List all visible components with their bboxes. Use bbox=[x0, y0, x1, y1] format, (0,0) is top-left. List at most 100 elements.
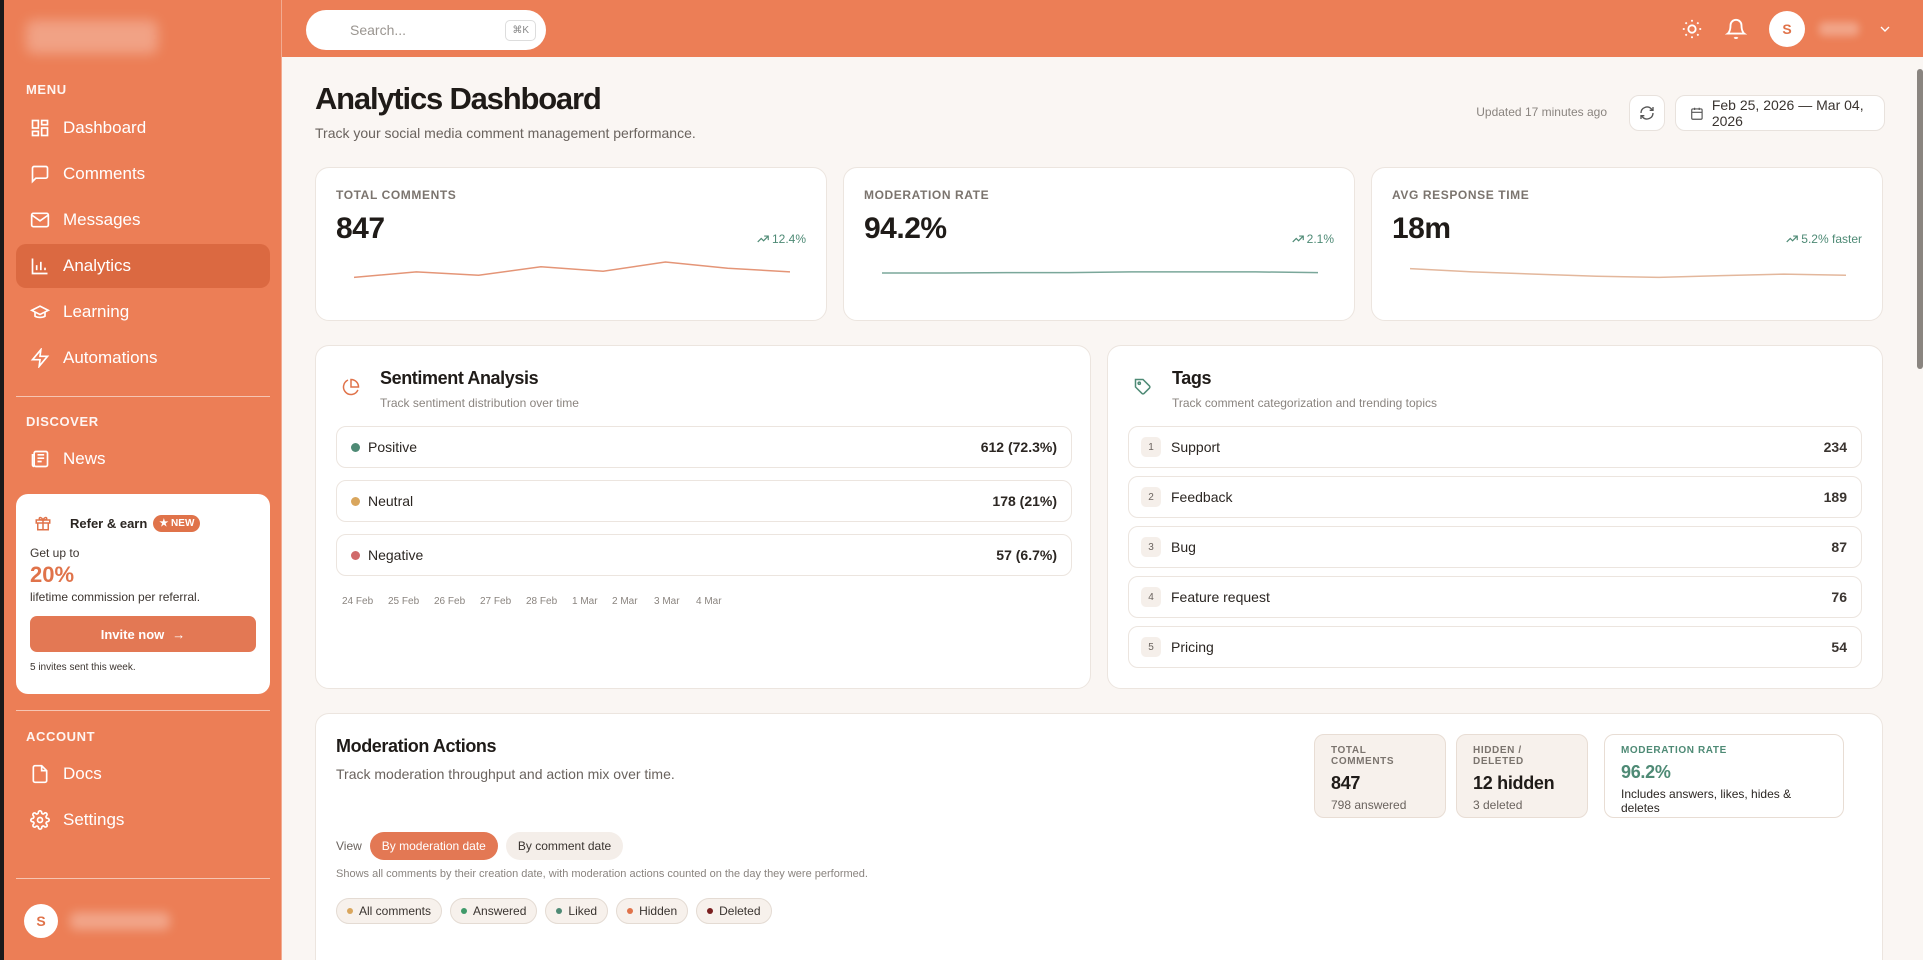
sidebar-item-dashboard[interactable]: Dashboard bbox=[16, 106, 270, 150]
kpi-value: 18m bbox=[1392, 212, 1451, 245]
filter-chips: All comments Answered Liked Hidden Delet… bbox=[336, 898, 772, 924]
tag-label: Feature request bbox=[1171, 589, 1270, 605]
tag-rank: 4 bbox=[1141, 587, 1161, 607]
tag-row[interactable]: 2 Feedback 189 bbox=[1128, 476, 1862, 518]
kpi-trend: 12.4% bbox=[756, 232, 806, 246]
tag-row[interactable]: 3 Bug 87 bbox=[1128, 526, 1862, 568]
logo[interactable] bbox=[26, 20, 158, 54]
stat-note: 3 deleted bbox=[1473, 798, 1523, 812]
sidebar-item-analytics[interactable]: Analytics bbox=[16, 244, 270, 288]
sun-icon[interactable] bbox=[1681, 18, 1703, 40]
sentiment-analysis-card: Sentiment Analysis Track sentiment distr… bbox=[315, 345, 1091, 689]
sparkline-path bbox=[354, 261, 790, 279]
message-square-icon bbox=[31, 165, 49, 184]
filter-chip-answered[interactable]: Answered bbox=[450, 898, 538, 924]
tag-icon bbox=[1134, 378, 1151, 395]
page-subtitle: Track your social media comment manageme… bbox=[315, 125, 696, 141]
positive-dot bbox=[351, 442, 360, 452]
sentiment-x-axis: 24 Feb 25 Feb 26 Feb 27 Feb 28 Feb 1 Mar… bbox=[342, 596, 742, 607]
chip-dot bbox=[707, 908, 714, 914]
sentiment-value: 178 (21%) bbox=[992, 493, 1057, 509]
view-by-moderation-date-button[interactable]: By moderation date bbox=[369, 832, 498, 860]
view-label: View bbox=[336, 839, 362, 853]
sidebar-user[interactable]: S bbox=[24, 904, 170, 938]
x-tick-label: 27 Feb bbox=[480, 596, 512, 607]
sparkline bbox=[882, 271, 1318, 274]
bell-icon[interactable] bbox=[1725, 18, 1747, 40]
scrollbar[interactable] bbox=[1917, 69, 1923, 369]
user-name bbox=[1819, 21, 1859, 36]
view-by-comment-date-button[interactable]: By comment date bbox=[505, 832, 624, 860]
sentiment-row-positive[interactable]: Positive 612 (72.3%) bbox=[336, 426, 1072, 468]
stat-label: HIDDEN / DELETED bbox=[1473, 745, 1524, 767]
sidebar-item-news[interactable]: News bbox=[16, 437, 270, 481]
sparkline-path bbox=[1410, 267, 1846, 279]
stat-label: MODERATION RATE bbox=[1621, 745, 1727, 756]
account-section-label: ACCOUNT bbox=[26, 729, 96, 744]
date-range-picker[interactable]: Feb 25, 2026 — Mar 04, 2026 bbox=[1675, 95, 1885, 131]
stat-note: Includes answers, likes, hides & deletes bbox=[1621, 787, 1792, 815]
tag-row[interactable]: 4 Feature request 76 bbox=[1128, 576, 1862, 618]
new-badge: ★ NEW bbox=[153, 514, 201, 532]
filter-chip-hidden[interactable]: Hidden bbox=[616, 898, 689, 924]
tag-label: Bug bbox=[1171, 539, 1196, 555]
filter-chip-deleted[interactable]: Deleted bbox=[696, 898, 772, 924]
tag-label: Pricing bbox=[1171, 639, 1214, 655]
sparkline bbox=[1410, 267, 1846, 279]
tag-count: 189 bbox=[1823, 489, 1847, 505]
sidebar-item-automations[interactable]: Automations bbox=[16, 336, 270, 380]
chip-dot bbox=[556, 908, 563, 914]
refer-footnote: 5 invites sent this week. bbox=[30, 662, 136, 673]
sentiment-row-negative[interactable]: Negative 57 (6.7%) bbox=[336, 534, 1072, 576]
sentiment-label: Negative bbox=[368, 547, 424, 563]
avatar[interactable]: S bbox=[24, 904, 58, 938]
sidebar-divider bbox=[16, 710, 270, 711]
tag-row[interactable]: 5 Pricing 54 bbox=[1128, 626, 1862, 668]
pie-chart-icon bbox=[342, 378, 360, 396]
trend-up-icon bbox=[1291, 235, 1304, 243]
search-input[interactable] bbox=[350, 22, 490, 38]
filter-chip-all-comments[interactable]: All comments bbox=[336, 898, 443, 924]
chip-dot bbox=[461, 908, 468, 914]
invite-label: Invite now bbox=[100, 626, 165, 642]
sidebar-item-messages[interactable]: Messages bbox=[16, 198, 270, 242]
view-toggle: View By moderation date By comment date bbox=[336, 832, 624, 860]
panel-title: Tags bbox=[1172, 368, 1212, 388]
sentiment-row-neutral[interactable]: Neutral 178 (21%) bbox=[336, 480, 1072, 522]
x-tick-label: 1 Mar bbox=[572, 596, 598, 607]
avatar[interactable]: S bbox=[1769, 10, 1805, 47]
kpi-value: 847 bbox=[336, 212, 385, 245]
tag-count: 76 bbox=[1831, 589, 1847, 605]
search-shortcut: ⌘K bbox=[505, 19, 536, 41]
sidebar-item-learning[interactable]: Learning bbox=[16, 290, 270, 334]
menu-section-label: MENU bbox=[26, 82, 67, 97]
kpi-card-moderation-rate: MODERATION RATE 94.2% 2.1% bbox=[843, 167, 1355, 321]
sentiment-value: 612 (72.3%) bbox=[980, 439, 1057, 455]
chevron-down-icon[interactable] bbox=[1877, 21, 1893, 37]
sidebar-item-comments[interactable]: Comments bbox=[16, 152, 270, 196]
tag-rank: 2 bbox=[1141, 487, 1161, 507]
refer-percent: 20% bbox=[30, 562, 75, 587]
kpi-label: AVG RESPONSE TIME bbox=[1392, 188, 1530, 202]
tag-row[interactable]: 1 Support 234 bbox=[1128, 426, 1862, 468]
sidebar-item-label: Analytics bbox=[63, 256, 132, 275]
sidebar-item-label: Dashboard bbox=[63, 118, 147, 137]
sidebar-item-settings[interactable]: Settings bbox=[16, 798, 270, 842]
date-range-label: Feb 25, 2026 — Mar 04, 2026 bbox=[1711, 97, 1864, 129]
chip-label: Liked bbox=[568, 904, 598, 918]
sparkline bbox=[354, 261, 790, 279]
sidebar-item-label: Learning bbox=[63, 302, 130, 321]
newspaper-icon bbox=[31, 450, 49, 468]
gift-icon bbox=[35, 516, 51, 531]
chip-dot bbox=[627, 908, 634, 914]
refresh-button[interactable] bbox=[1629, 95, 1665, 131]
x-tick-label: 25 Feb bbox=[388, 596, 420, 607]
panel-title: Sentiment Analysis bbox=[380, 368, 539, 388]
sidebar-divider bbox=[16, 396, 270, 397]
invite-now-button[interactable]: Invite now → bbox=[30, 616, 256, 652]
stat-value: 847 bbox=[1331, 773, 1361, 793]
search-box[interactable]: ⌘K bbox=[306, 10, 546, 50]
sidebar-item-docs[interactable]: Docs bbox=[16, 752, 270, 796]
filter-chip-liked[interactable]: Liked bbox=[545, 898, 609, 924]
tag-count: 234 bbox=[1823, 439, 1847, 455]
